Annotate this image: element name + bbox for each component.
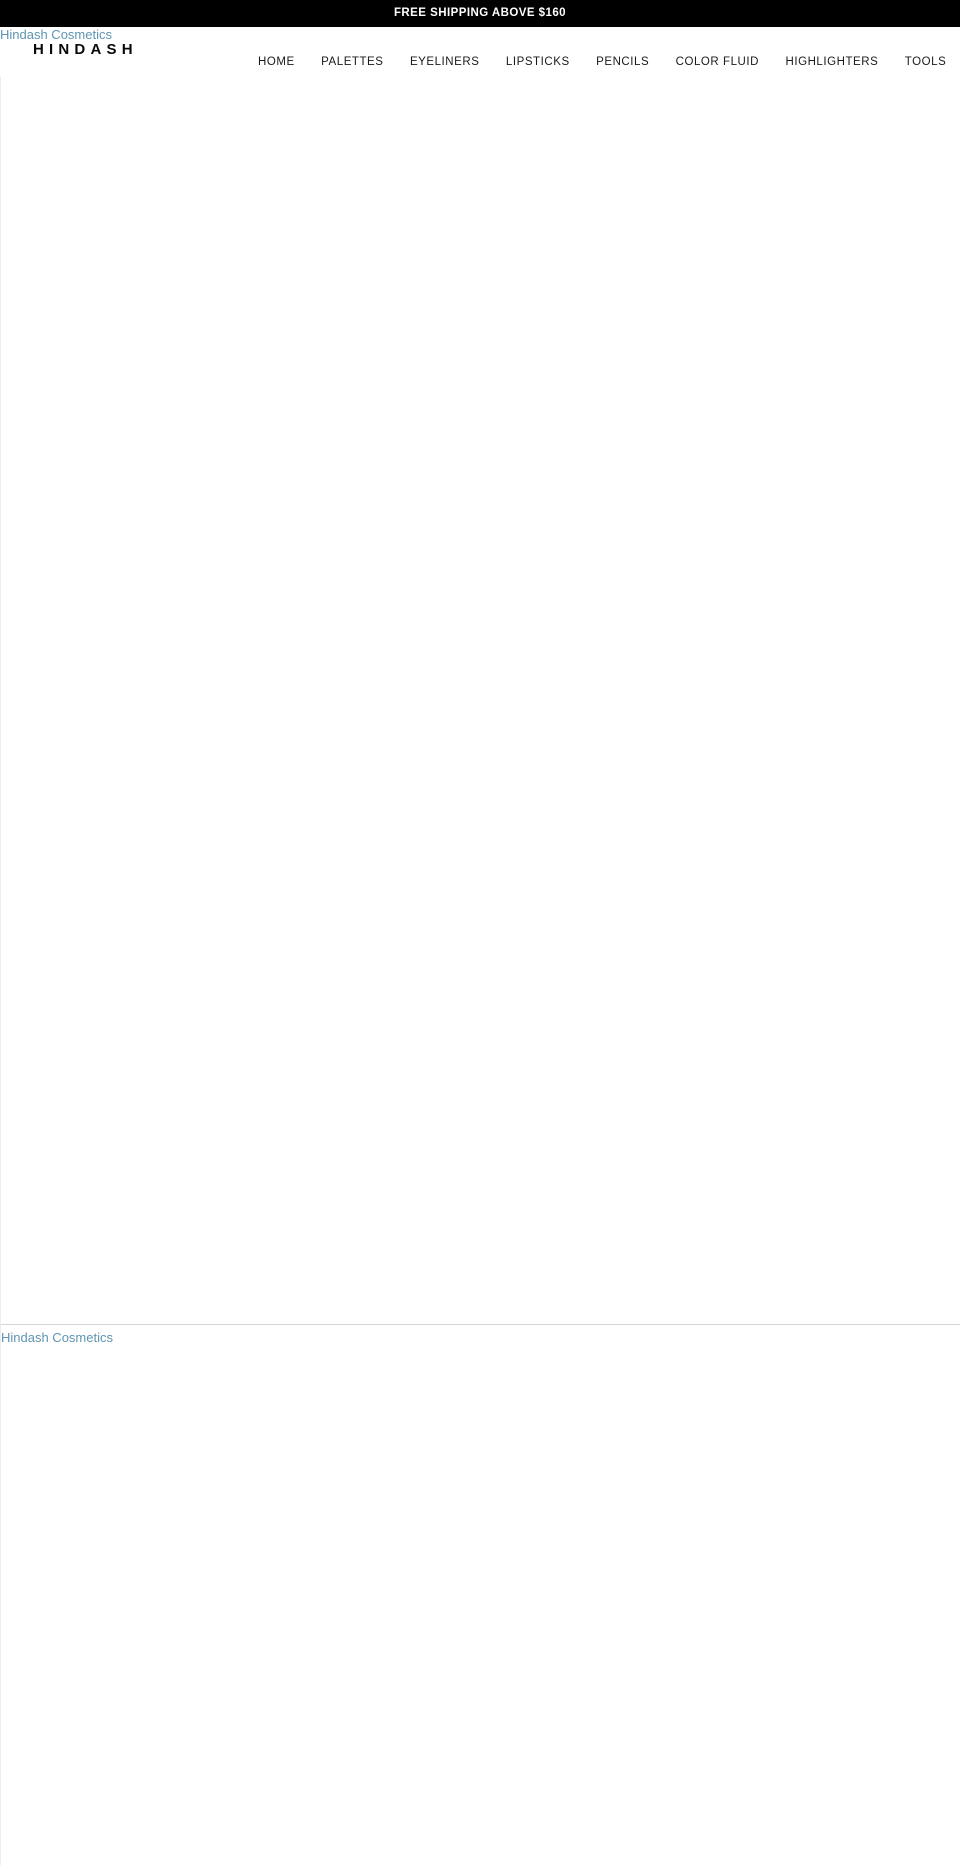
promo-banner-text: FREE SHIPPING ABOVE $160 bbox=[393, 6, 567, 19]
main-navigation: HOME PALETTES EYELINERS LIPSTICKS PENCIL… bbox=[258, 56, 960, 75]
footer-logo-image-alt-text[interactable]: Hindash Cosmetics bbox=[1, 1330, 960, 1345]
nav-item-home[interactable]: HOME bbox=[258, 56, 295, 69]
nav-item-lipsticks[interactable]: LIPSTICKS bbox=[506, 56, 570, 69]
nav-item-highlighters[interactable]: HIGHLIGHTERS bbox=[785, 56, 878, 69]
site-header: Hindash Cosmetics HINDASH HOME PALETTES … bbox=[0, 27, 960, 77]
nav-item-color-fluid[interactable]: COLOR FLUID bbox=[676, 56, 759, 69]
promo-banner: FREE SHIPPING ABOVE $160 bbox=[0, 0, 960, 27]
logo-image-alt-text[interactable]: Hindash Cosmetics bbox=[0, 27, 112, 42]
nav-item-eyeliners[interactable]: EYELINERS bbox=[410, 56, 480, 69]
nav-item-palettes[interactable]: PALETTES bbox=[321, 56, 383, 69]
nav-item-pencils[interactable]: PENCILS bbox=[596, 56, 649, 69]
site-footer: Hindash Cosmetics bbox=[1, 1325, 960, 1865]
logo-wordmark: HINDASH bbox=[33, 41, 138, 58]
page-body: Hindash Cosmetics bbox=[0, 77, 960, 1865]
nav-item-tools[interactable]: TOOLS bbox=[905, 56, 947, 69]
main-content-region bbox=[1, 77, 960, 1324]
